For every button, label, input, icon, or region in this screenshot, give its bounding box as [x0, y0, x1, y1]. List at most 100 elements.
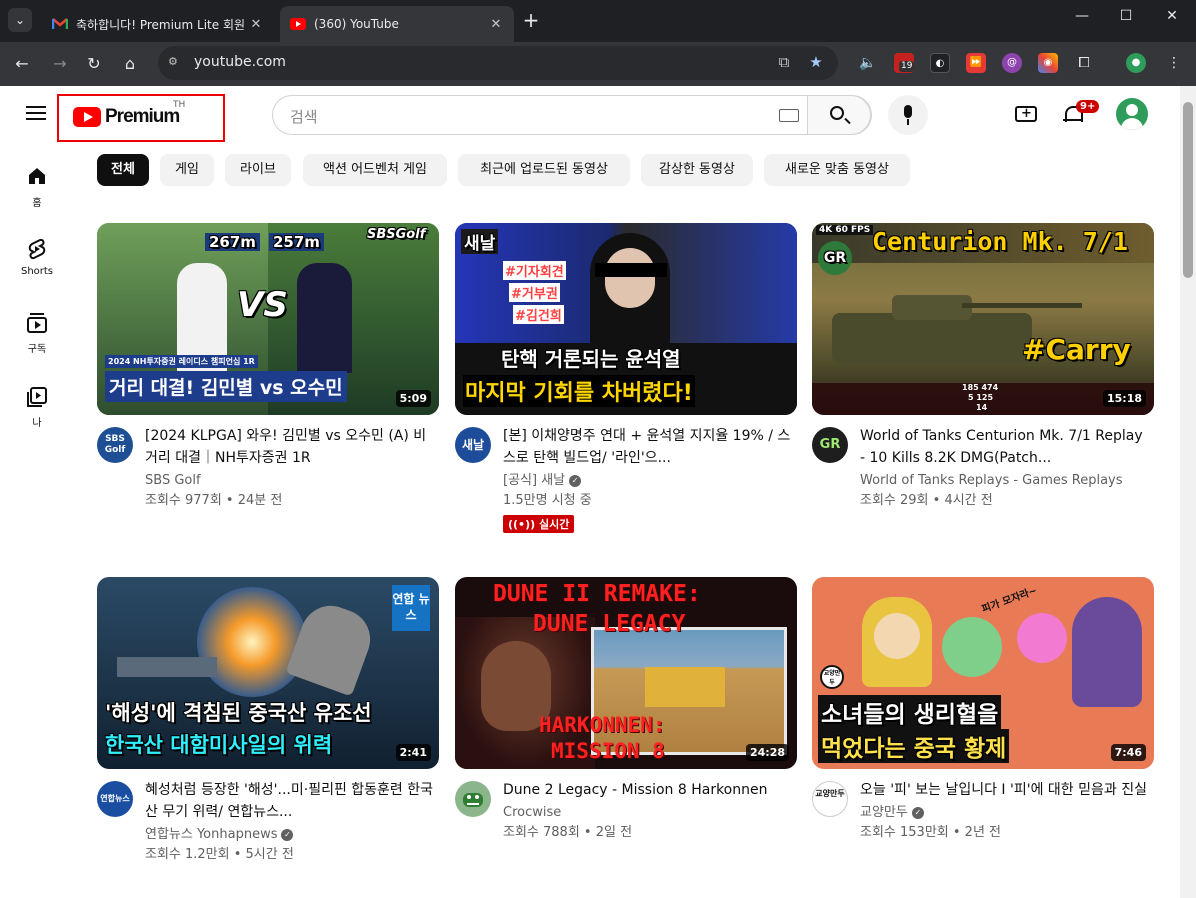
close-tab-icon[interactable]: ✕ — [488, 17, 504, 32]
video-title[interactable]: Dune 2 Legacy - Mission 8 Harkonnen — [503, 779, 793, 801]
chip-all[interactable]: 전체 — [97, 154, 149, 186]
browser-toolbar: ← → ↻ ⌂ ⚙ youtube.com ⧉ ★ 🔈 19 ◐ ⏩ @ ◉ ⧠… — [0, 42, 1196, 86]
new-tab-button[interactable]: + — [520, 10, 542, 32]
channel-avatar[interactable]: GR — [812, 427, 848, 463]
reload-button[interactable]: ↻ — [80, 50, 108, 78]
video-thumbnail[interactable]: 4K 60 FPS Centurion Mk. 7/1 GR #Carry 18… — [812, 223, 1154, 415]
thumb-text: MISSION 8 — [551, 739, 665, 763]
guide-label: 구독 — [27, 344, 47, 355]
video-stats: 조회수 1.2만회 • 5시간 전 — [145, 847, 294, 862]
chip-live[interactable]: 라이브 — [225, 154, 291, 186]
guide-item-subscriptions[interactable]: 구독 — [0, 312, 74, 355]
guide-item-shorts[interactable]: Shorts — [0, 238, 74, 277]
search-button[interactable] — [807, 95, 871, 135]
channel-name[interactable]: Crocwise — [503, 803, 793, 823]
browser-tab-gmail[interactable]: 축하합니다! Premium Lite 회원 ✕ — [42, 6, 274, 42]
channel-name[interactable]: World of Tanks Replays - Games Replays — [860, 471, 1150, 491]
channel-name[interactable]: 교양만두 ✓ — [860, 803, 1150, 823]
channel-name-text: 교양만두 — [860, 805, 908, 820]
thumb-text: 한국산 대함미사일의 위력 — [105, 733, 333, 757]
channel-avatar[interactable]: 교양만두 — [812, 781, 848, 817]
channel-avatar[interactable]: 연합뉴스 — [97, 781, 133, 817]
page-scrollbar[interactable] — [1180, 86, 1196, 898]
back-button[interactable]: ← — [8, 50, 36, 78]
channel-avatar[interactable] — [455, 781, 491, 817]
video-thumbnail[interactable]: 새날 #기자회견 #거부권 #김건희 탄핵 거론되는 윤석열 마지막 기회를 차… — [455, 223, 797, 415]
speaker-icon[interactable]: 🔈 — [858, 53, 878, 73]
create-video-icon[interactable]: + — [1015, 106, 1037, 122]
browser-menu-icon[interactable]: ⋮ — [1164, 53, 1184, 73]
guide-menu-icon[interactable] — [26, 106, 46, 120]
browser-tab-youtube[interactable]: (360) YouTube ✕ — [280, 6, 514, 42]
search-input[interactable]: 검색 — [290, 106, 318, 127]
guide-item-you[interactable]: 나 — [0, 386, 74, 429]
video-stats: 조회수 977회 • 24분 전 — [145, 493, 283, 508]
you-icon — [0, 386, 74, 410]
verified-check-icon: ✓ — [911, 806, 924, 819]
video-title[interactable]: 오늘 '피' 보는 날입니다 I '피'에 대한 믿음과 진실 — [860, 779, 1150, 801]
tab-search-button[interactable]: ⌄ — [8, 8, 32, 32]
maximize-button[interactable]: ☐ — [1114, 8, 1138, 24]
video-meta: World of Tanks Centurion Mk. 7/1 Replay … — [860, 425, 1150, 511]
channel-name-text: [공식] 새날 — [503, 473, 566, 488]
bookmark-star-icon[interactable]: ★ — [806, 53, 826, 73]
home-button[interactable]: ⌂ — [116, 50, 144, 78]
guide-label: Shorts — [20, 266, 54, 277]
thumb-text: DUNE LEGACY — [533, 611, 686, 637]
thumb-text: 257m — [269, 233, 324, 251]
extension-icon[interactable]: 19 — [894, 53, 915, 73]
channel-name-text: Crocwise — [503, 805, 562, 820]
video-card[interactable]: 피가 모자라~ 교양만두 소녀들의 생리혈을 먹었다는 중국 황제 7:46 교… — [812, 577, 1154, 840]
keyboard-icon[interactable] — [779, 109, 799, 122]
guide-item-home[interactable]: 홈 — [0, 166, 74, 209]
video-title[interactable]: [본] 이채양명주 연대 + 윤석열 지지율 19% / 스스로 탄핵 빌드업/… — [503, 425, 793, 469]
close-tab-icon[interactable]: ✕ — [248, 17, 264, 32]
extension-icon[interactable]: ⏩ — [966, 53, 986, 73]
minimize-button[interactable]: — — [1070, 8, 1094, 24]
chip-gaming[interactable]: 게임 — [160, 154, 214, 186]
profile-avatar-icon[interactable]: ● — [1126, 53, 1146, 73]
video-card[interactable]: 267m 257m VS SBSGolf 2024 NH투자증권 레이디스 챔피… — [97, 223, 439, 508]
forward-button[interactable]: → — [46, 50, 74, 78]
channel-avatar[interactable]: 새날 — [455, 427, 491, 463]
video-thumbnail[interactable]: DUNE II REMAKE: DUNE LEGACY HARKONNEN: M… — [455, 577, 797, 769]
live-badge-text: 실시간 — [538, 518, 570, 531]
video-thumbnail[interactable]: 피가 모자라~ 교양만두 소녀들의 생리혈을 먹었다는 중국 황제 7:46 — [812, 577, 1154, 769]
channel-name[interactable]: SBS Golf — [145, 471, 435, 491]
video-thumbnail[interactable]: 연합 뉴스 '해성'에 격침된 중국산 유조선 한국산 대함미사일의 위력 2:… — [97, 577, 439, 769]
video-meta: 오늘 '피' 보는 날입니다 I '피'에 대한 믿음과 진실 교양만두 ✓ 조회… — [860, 779, 1150, 843]
account-avatar[interactable] — [1116, 98, 1148, 130]
video-title[interactable]: [2024 KLPGA] 와우! 김민별 vs 오수민 (A) 비거리 대결｜N… — [145, 425, 435, 469]
extensions-puzzle-icon[interactable]: ⧠ — [1074, 53, 1094, 73]
extension-icon[interactable]: ◐ — [930, 53, 950, 73]
address-bar[interactable]: ⚙ youtube.com ⧉ ★ — [158, 46, 838, 80]
video-meta: 혜성처럼 등장한 '해성'...미·필리핀 합동훈련 한국산 무기 위력/ 연합… — [145, 779, 435, 865]
close-window-button[interactable]: ✕ — [1160, 8, 1184, 24]
channel-name[interactable]: 연합뉴스 Yonhapnews ✓ — [145, 825, 435, 845]
video-stats: 1.5만명 시청 중 — [503, 493, 592, 508]
chip-action-adventure[interactable]: 액션 어드벤처 게임 — [303, 154, 447, 186]
chip-watched[interactable]: 감상한 동영상 — [641, 154, 753, 186]
chip-recently-uploaded[interactable]: 최근에 업로드된 동영상 — [458, 154, 630, 186]
install-app-icon[interactable]: ⧉ — [774, 53, 794, 73]
site-info-icon[interactable]: ⚙ — [168, 55, 184, 71]
channel-name-text: SBS Golf — [145, 473, 201, 488]
video-meta: Dune 2 Legacy - Mission 8 Harkonnen Croc… — [503, 779, 793, 843]
channel-name[interactable]: [공식] 새날 ✓ — [503, 471, 793, 491]
channel-avatar[interactable]: SBS Golf — [97, 427, 133, 463]
video-card[interactable]: 4K 60 FPS Centurion Mk. 7/1 GR #Carry 18… — [812, 223, 1154, 508]
thumb-text: HARKONNEN: — [539, 713, 666, 737]
chip-new-to-you[interactable]: 새로운 맞춤 동영상 — [764, 154, 910, 186]
video-card[interactable]: DUNE II REMAKE: DUNE LEGACY HARKONNEN: M… — [455, 577, 797, 840]
video-title[interactable]: 혜성처럼 등장한 '해성'...미·필리핀 합동훈련 한국산 무기 위력/ 연합… — [145, 779, 435, 823]
scrollbar-thumb[interactable] — [1183, 102, 1193, 278]
video-thumbnail[interactable]: 267m 257m VS SBSGolf 2024 NH투자증권 레이디스 챔피… — [97, 223, 439, 415]
extension-icon[interactable]: @ — [1002, 53, 1022, 73]
thumb-text: #기자회견 — [503, 261, 566, 280]
youtube-premium-logo[interactable]: Premium TH — [73, 100, 185, 128]
voice-search-button[interactable] — [888, 95, 928, 135]
video-card[interactable]: 새날 #기자회견 #거부권 #김건희 탄핵 거론되는 윤석열 마지막 기회를 차… — [455, 223, 797, 533]
video-card[interactable]: 연합 뉴스 '해성'에 격침된 중국산 유조선 한국산 대함미사일의 위력 2:… — [97, 577, 439, 862]
extension-icon[interactable]: ◉ — [1038, 53, 1058, 73]
video-title[interactable]: World of Tanks Centurion Mk. 7/1 Replay … — [860, 425, 1150, 469]
